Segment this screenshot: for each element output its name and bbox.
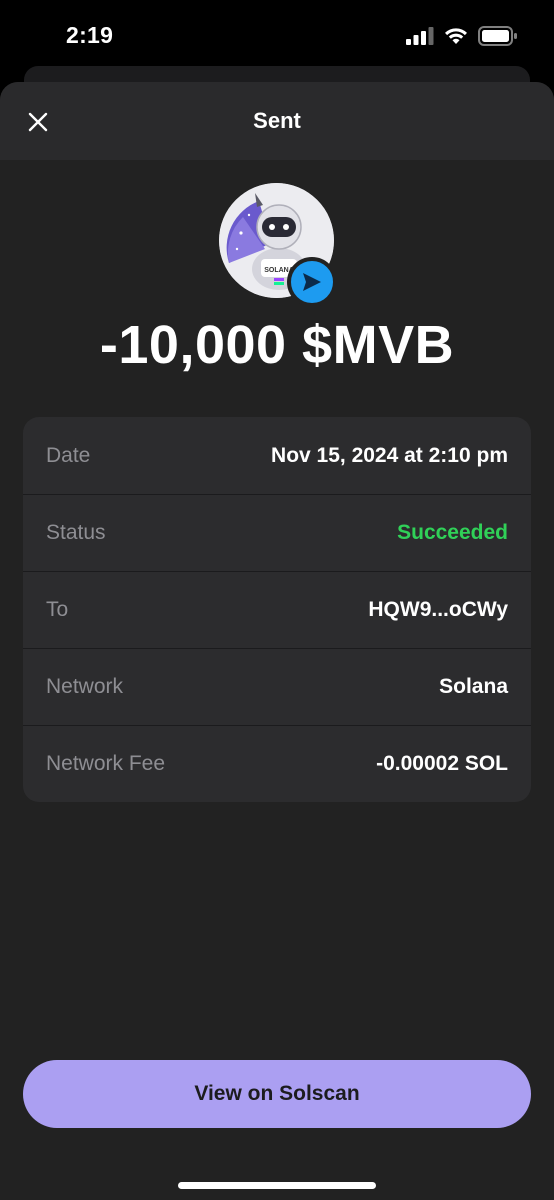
transaction-sheet: Sent SOLANA -10,000 $MVB Date Nov 15, 20… [0, 82, 554, 1200]
recipient-address[interactable]: HQW9...oCWy [368, 598, 508, 622]
network-fee-value: -0.00002 SOL [376, 752, 508, 775]
date-value: Nov 15, 2024 at 2:10 pm [271, 443, 508, 467]
transaction-amount: -10,000 $MVB [99, 315, 455, 375]
status-icons [406, 26, 518, 46]
page-title: Sent [253, 108, 301, 133]
status-value: Succeeded [397, 521, 508, 544]
detail-row-status: Status Succeeded [23, 494, 531, 571]
status-bar: 2:19 [0, 0, 554, 72]
send-badge [287, 257, 337, 307]
status-time: 2:19 [66, 22, 114, 48]
status-label: Status [46, 521, 106, 544]
cellular-signal-icon [406, 27, 434, 45]
network-label: Network [46, 675, 124, 698]
sheet-header: Sent [0, 82, 554, 160]
detail-row-network-fee: Network Fee -0.00002 SOL [23, 725, 531, 802]
send-arrow-icon [303, 273, 321, 291]
network-fee-label: Network Fee [46, 752, 166, 775]
date-label: Date [46, 443, 91, 467]
detail-row-to[interactable]: To HQW9...oCWy [23, 571, 531, 648]
detail-row-network: Network Solana [23, 648, 531, 725]
transaction-details: Date Nov 15, 2024 at 2:10 pm Status Succ… [23, 417, 531, 802]
to-label: To [46, 598, 69, 621]
wifi-icon [445, 28, 467, 44]
network-value: Solana [439, 675, 508, 698]
home-indicator [178, 1182, 376, 1189]
battery-icon [478, 26, 517, 46]
view-on-solscan-button[interactable]: View on Solscan [23, 1060, 531, 1128]
detail-row-date: Date Nov 15, 2024 at 2:10 pm [23, 417, 531, 494]
